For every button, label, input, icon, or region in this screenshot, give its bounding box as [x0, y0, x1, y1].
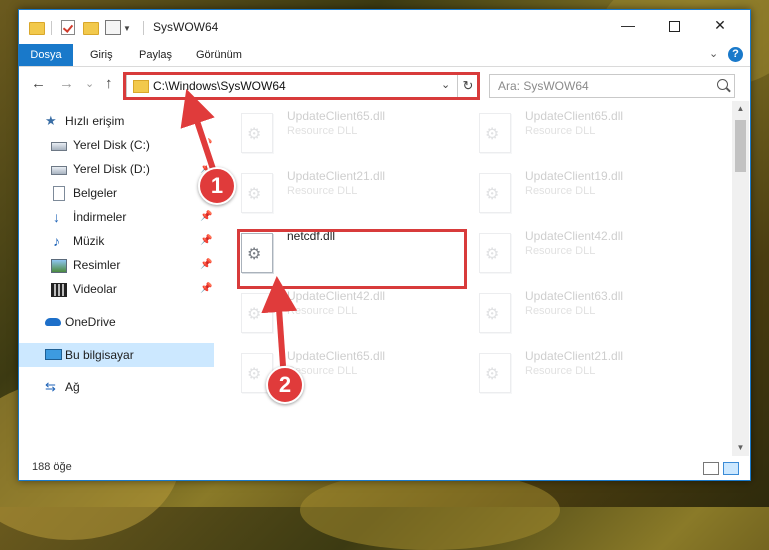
annotation-arrows: [180, 88, 298, 371]
step-badge-2: 2: [266, 366, 304, 404]
step-badge-1: 1: [198, 167, 236, 205]
arrow-1: [180, 88, 218, 176]
